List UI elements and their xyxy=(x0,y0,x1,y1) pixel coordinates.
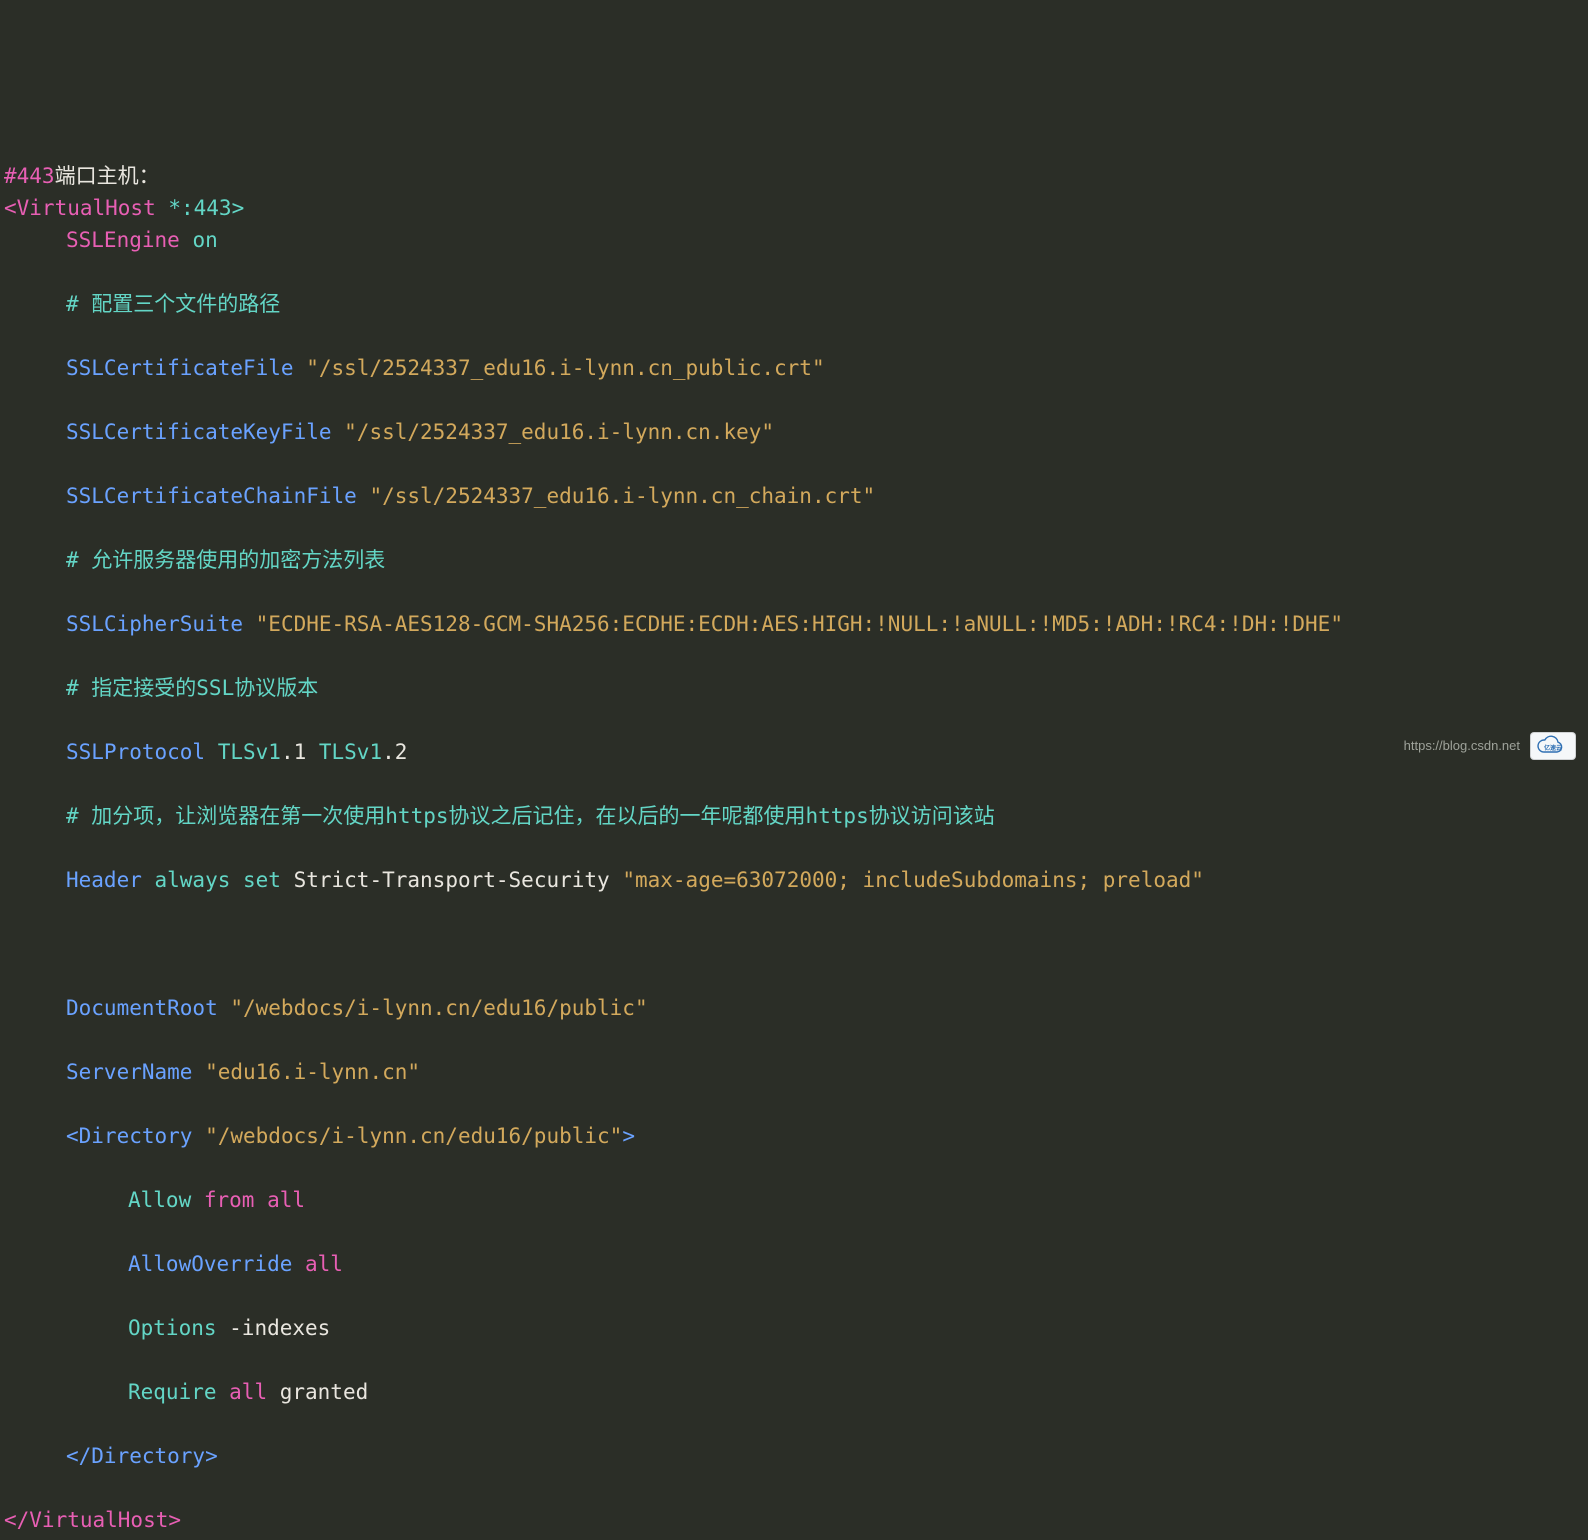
line-servername: ServerName "edu16.i-lynn.cn" xyxy=(4,1056,1584,1088)
kw: SSLProtocol xyxy=(66,740,205,764)
kw-granted: granted xyxy=(267,1380,368,1404)
kw-allow: Allow xyxy=(128,1188,191,1212)
str: "/webdocs/i-lynn.cn/edu16/public" xyxy=(218,996,648,1020)
kw: ServerName xyxy=(66,1060,192,1084)
watermark-url: https://blog.csdn.net xyxy=(1404,730,1520,762)
line-sslprotocol: SSLProtocol TLSv1.1 TLSv1.2 xyxy=(4,736,1584,768)
kw-all: all xyxy=(254,1188,305,1212)
str: "/ssl/2524337_edu16.i-lynn.cn.key" xyxy=(332,420,775,444)
gt: > xyxy=(622,1124,635,1148)
dot1: .1 xyxy=(281,740,306,764)
line-comment-hsts: # 加分项，让浏览器在第一次使用https协议之后记住，在以后的一年呢都使用ht… xyxy=(4,800,1584,832)
cmt: # 允许服务器使用的加密方法列表 xyxy=(66,548,385,572)
tag-directory-open: <Directory xyxy=(66,1124,192,1148)
val-indexes: -indexes xyxy=(217,1316,331,1340)
dir-path: "/webdocs/i-lynn.cn/edu16/public" xyxy=(192,1124,622,1148)
str: "edu16.i-lynn.cn" xyxy=(192,1060,420,1084)
cmt: # 加分项，让浏览器在第一次使用https协议之后记住，在以后的一年呢都使用ht… xyxy=(66,804,995,828)
line-header-hsts: Header always set Strict-Transport-Secur… xyxy=(4,864,1584,896)
line-sslcertchainfile: SSLCertificateChainFile "/ssl/2524337_ed… xyxy=(4,480,1584,512)
val-on: on xyxy=(180,228,218,252)
kw-require: Require xyxy=(128,1380,217,1404)
tls2: TLSv1 xyxy=(306,740,382,764)
kw: DocumentRoot xyxy=(66,996,218,1020)
tag-virtualhost-close: </VirtualHost> xyxy=(4,1508,181,1532)
line-comment-paths: # 配置三个文件的路径 xyxy=(4,288,1584,320)
line-allow-from-all: Allow from all xyxy=(4,1184,1584,1216)
line-allowoverride: AllowOverride all xyxy=(4,1248,1584,1280)
tag-directory-close: </Directory> xyxy=(66,1444,218,1468)
kw: SSLCertificateChainFile xyxy=(66,484,357,508)
str: "/ssl/2524337_edu16.i-lynn.cn_chain.crt" xyxy=(357,484,875,508)
port-hash: #443 xyxy=(4,164,55,188)
cmt: # 配置三个文件的路径 xyxy=(66,292,280,316)
line-virtualhost-open: <VirtualHost *:443> xyxy=(4,196,244,220)
line-comment-protocol: # 指定接受的SSL协议版本 xyxy=(4,672,1584,704)
mod-always: always xyxy=(142,868,231,892)
kw-all: all xyxy=(292,1252,343,1276)
str: "/ssl/2524337_edu16.i-lynn.cn_public.crt… xyxy=(294,356,825,380)
hsts-name: Strict-Transport-Security xyxy=(281,868,610,892)
line-sslengine: SSLEngine on xyxy=(4,224,1584,256)
line-sslciphersuite: SSLCipherSuite "ECDHE-RSA-AES128-GCM-SHA… xyxy=(4,608,1584,640)
line-directory-close: </Directory> xyxy=(4,1440,1584,1472)
hsts-value: "max-age=63072000; includeSubdomains; pr… xyxy=(610,868,1204,892)
watermark: https://blog.csdn.net 亿速云 xyxy=(1404,730,1576,762)
watermark-logo: 亿速云 xyxy=(1530,732,1576,760)
str: "ECDHE-RSA-AES128-GCM-SHA256:ECDHE:ECDH:… xyxy=(243,612,1343,636)
kw-options: Options xyxy=(128,1316,217,1340)
cloud-icon: 亿速云 xyxy=(1533,735,1573,757)
line-documentroot: DocumentRoot "/webdocs/i-lynn.cn/edu16/p… xyxy=(4,992,1584,1024)
line-blank xyxy=(4,928,1584,960)
logo-text: 亿速云 xyxy=(1544,744,1562,752)
tls1: TLSv1 xyxy=(205,740,281,764)
kw-from: from xyxy=(191,1188,254,1212)
line-options: Options -indexes xyxy=(4,1312,1584,1344)
kw-header: Header xyxy=(66,868,142,892)
cmt: # 指定接受的SSL协议版本 xyxy=(66,676,318,700)
line-comment-ciphers: # 允许服务器使用的加密方法列表 xyxy=(4,544,1584,576)
line-sslcertfile: SSLCertificateFile "/ssl/2524337_edu16.i… xyxy=(4,352,1584,384)
kw: SSLCertificateKeyFile xyxy=(66,420,332,444)
kw: SSLCertificateFile xyxy=(66,356,294,380)
port-label: 端口主机： xyxy=(55,164,160,188)
kw: SSLCipherSuite xyxy=(66,612,243,636)
mod-set: set xyxy=(230,868,281,892)
tag-virtualhost-arg: *:443> xyxy=(156,196,245,220)
line-directory-open: <Directory "/webdocs/i-lynn.cn/edu16/pub… xyxy=(4,1120,1584,1152)
line-virtualhost-close: </VirtualHost> xyxy=(4,1508,181,1532)
line-sslcertkeyfile: SSLCertificateKeyFile "/ssl/2524337_edu1… xyxy=(4,416,1584,448)
kw-all: all xyxy=(217,1380,268,1404)
dot2: .2 xyxy=(382,740,407,764)
line-1: #443端口主机： xyxy=(4,164,160,188)
kw-sslengine: SSLEngine xyxy=(66,228,180,252)
line-require: Require all granted xyxy=(4,1376,1584,1408)
tag-virtualhost-open: <VirtualHost xyxy=(4,196,156,220)
apache-config-code: #443端口主机： <VirtualHost *:443> SSLEngine … xyxy=(0,128,1588,1536)
kw-allowoverride: AllowOverride xyxy=(128,1252,292,1276)
